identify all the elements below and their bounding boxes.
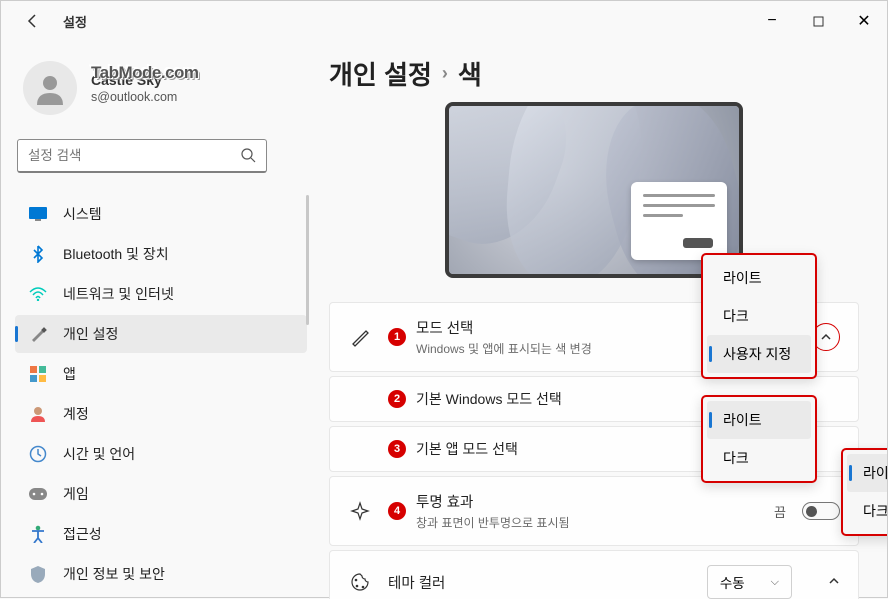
dropdown-item-dark[interactable]: 다크 bbox=[707, 297, 811, 335]
profile-block[interactable]: Castle Sky s@outlook.com TabMode.com bbox=[15, 41, 307, 137]
sidebar-item-accessibility[interactable]: 접근성 bbox=[15, 515, 307, 553]
sidebar-item-label: 계정 bbox=[63, 404, 89, 424]
clock-icon bbox=[29, 445, 47, 463]
maximize-icon bbox=[813, 16, 824, 27]
person-icon bbox=[29, 405, 47, 423]
breadcrumb-current: 색 bbox=[458, 55, 482, 92]
sidebar-item-label: Bluetooth 및 장치 bbox=[63, 244, 169, 264]
dropdown-item-dark[interactable]: 다크 bbox=[707, 439, 811, 477]
sidebar-item-time-language[interactable]: 시간 및 언어 bbox=[15, 435, 307, 473]
sidebar-item-bluetooth[interactable]: Bluetooth 및 장치 bbox=[15, 235, 307, 273]
annotation-badge: 3 bbox=[388, 440, 406, 458]
select-value: 수동 bbox=[720, 572, 745, 592]
window-preview bbox=[631, 182, 727, 260]
sidebar-item-label: 게임 bbox=[63, 484, 89, 504]
avatar bbox=[23, 61, 77, 115]
display-icon bbox=[29, 205, 47, 223]
sidebar-item-personalization[interactable]: 개인 설정 bbox=[15, 315, 307, 353]
bluetooth-icon bbox=[29, 245, 47, 263]
chevron-right-icon: › bbox=[442, 63, 448, 84]
mode-dropdown[interactable]: 라이트 다크 사용자 지정 bbox=[701, 253, 817, 379]
desktop-preview bbox=[445, 102, 743, 278]
maximize-button[interactable] bbox=[795, 1, 841, 41]
toggle-label: 끔 bbox=[774, 502, 786, 521]
windows-mode-dropdown[interactable]: 라이트 다크 bbox=[701, 395, 817, 483]
palette-icon bbox=[348, 571, 372, 593]
dropdown-item-light[interactable]: 라이트 bbox=[707, 401, 811, 439]
breadcrumb: 개인 설정 › 색 bbox=[329, 55, 859, 92]
accessibility-icon bbox=[29, 525, 47, 543]
paintbrush-icon bbox=[348, 326, 372, 348]
person-icon bbox=[33, 71, 67, 105]
apps-icon bbox=[29, 365, 47, 383]
dropdown-item-light[interactable]: 라이트 bbox=[707, 259, 811, 297]
sidebar-item-apps[interactable]: 앱 bbox=[15, 355, 307, 393]
back-button[interactable] bbox=[15, 3, 51, 39]
chevron-down-icon: ⌵ bbox=[771, 576, 779, 589]
sidebar-item-accounts[interactable]: 계정 bbox=[15, 395, 307, 433]
sidebar-item-label: 네트워크 및 인터넷 bbox=[63, 284, 174, 304]
dropdown-item-light[interactable]: 라이트 bbox=[847, 454, 887, 492]
arrow-left-icon bbox=[25, 13, 41, 29]
shield-icon bbox=[29, 565, 47, 583]
dropdown-item-dark[interactable]: 다크 bbox=[847, 492, 887, 530]
sidebar-item-network[interactable]: 네트워크 및 인터넷 bbox=[15, 275, 307, 313]
sidebar-item-label: 개인 설정 bbox=[63, 324, 118, 344]
minimize-button[interactable]: − bbox=[749, 1, 795, 41]
annotation-badge: 2 bbox=[388, 390, 406, 408]
setting-title: 테마 컬러 bbox=[388, 572, 691, 593]
chevron-up-icon bbox=[828, 575, 840, 587]
dropdown-item-custom[interactable]: 사용자 지정 bbox=[707, 335, 811, 373]
gamepad-icon bbox=[29, 485, 47, 503]
expand-chevron[interactable] bbox=[828, 575, 840, 590]
sidebar-item-label: 개인 정보 및 보안 bbox=[63, 564, 165, 584]
chevron-up-icon bbox=[820, 331, 832, 343]
profile-email: s@outlook.com bbox=[91, 89, 177, 105]
app-mode-dropdown[interactable]: 라이트 다크 bbox=[841, 448, 887, 536]
sidebar-item-gaming[interactable]: 게임 bbox=[15, 475, 307, 513]
annotation-badge: 1 bbox=[388, 328, 406, 346]
profile-name: Castle Sky bbox=[91, 71, 177, 89]
sidebar-item-label: 접근성 bbox=[63, 524, 102, 544]
theme-color-select[interactable]: 수동 ⌵ bbox=[707, 565, 792, 599]
sidebar-item-label: 앱 bbox=[63, 364, 76, 384]
breadcrumb-parent[interactable]: 개인 설정 bbox=[329, 55, 432, 92]
close-button[interactable]: ✕ bbox=[841, 1, 887, 41]
search-input[interactable] bbox=[28, 148, 241, 163]
wifi-icon bbox=[29, 285, 47, 303]
sidebar-item-system[interactable]: 시스템 bbox=[15, 195, 307, 233]
sparkle-icon bbox=[348, 500, 372, 522]
setting-title: 투명 효과 bbox=[416, 491, 758, 512]
annotation-badge: 4 bbox=[388, 502, 406, 520]
search-icon bbox=[241, 148, 256, 163]
paintbrush-icon bbox=[29, 325, 47, 343]
sidebar-item-label: 시스템 bbox=[63, 204, 102, 224]
search-box[interactable] bbox=[17, 139, 267, 173]
app-title: 설정 bbox=[63, 12, 87, 31]
sidebar-item-label: 시간 및 언어 bbox=[63, 444, 135, 464]
setting-theme-color[interactable]: 테마 컬러 수동 ⌵ bbox=[329, 550, 859, 599]
sidebar-item-privacy[interactable]: 개인 정보 및 보안 bbox=[15, 555, 307, 593]
transparency-toggle[interactable] bbox=[802, 502, 840, 520]
sidebar-scrollbar[interactable] bbox=[306, 195, 309, 325]
setting-subtitle: 창과 표면이 반투명으로 표시됨 bbox=[416, 514, 758, 531]
setting-transparency[interactable]: 4 투명 효과 창과 표면이 반투명으로 표시됨 끔 bbox=[329, 476, 859, 546]
